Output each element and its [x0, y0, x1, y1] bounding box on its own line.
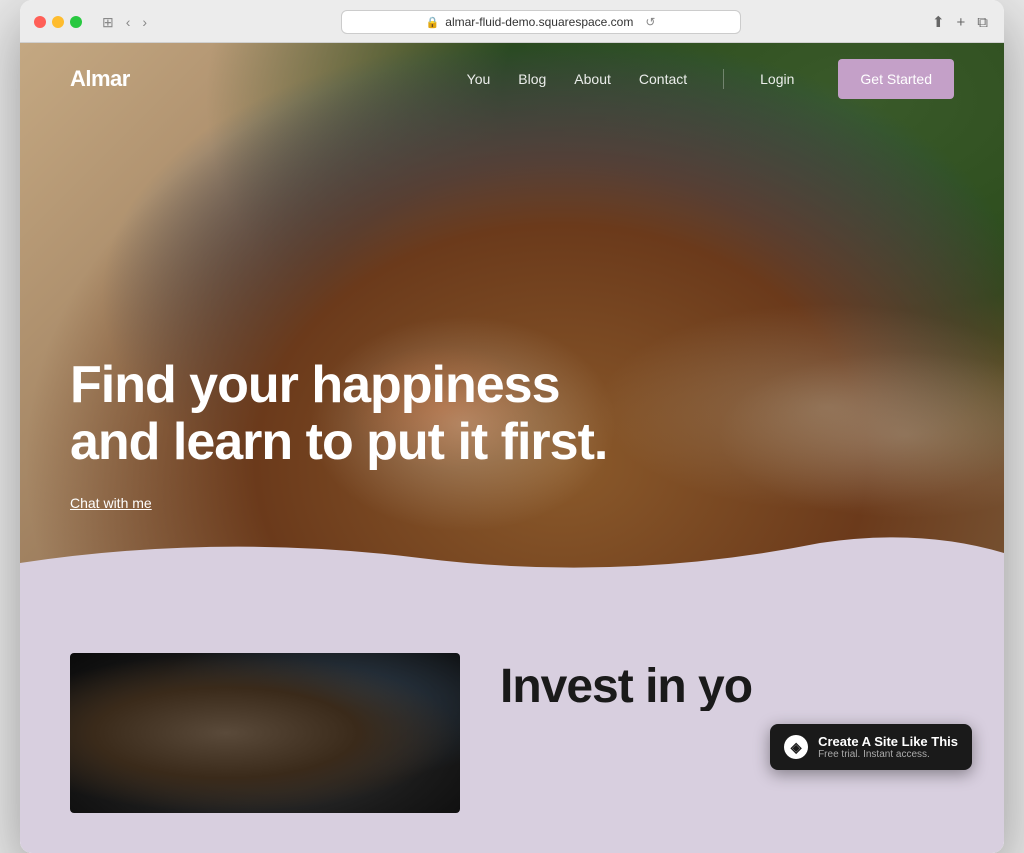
back-button[interactable]: ‹ [122, 13, 135, 31]
nav-divider [723, 69, 724, 89]
nav-you[interactable]: You [467, 71, 491, 87]
hero-headline: Find your happiness and learn to put it … [70, 357, 607, 471]
wave-divider [20, 523, 1004, 603]
forward-button[interactable]: › [138, 13, 151, 31]
site-logo[interactable]: Almar [70, 66, 130, 92]
squarespace-logo: ◈ [784, 735, 808, 759]
nav-login[interactable]: Login [760, 71, 794, 87]
squarespace-badge-title: Create A Site Like This [818, 734, 958, 749]
nav-cta-button[interactable]: Get Started [838, 59, 954, 99]
address-bar[interactable]: 🔒 almar-fluid-demo.squarespace.com ↺ [341, 10, 741, 34]
duplicate-button[interactable]: ⧉ [975, 12, 990, 33]
card-thumbnail [70, 653, 460, 813]
hero-content: Find your happiness and learn to put it … [70, 357, 607, 513]
nav-blog[interactable]: Blog [518, 71, 546, 87]
browser-controls: ⊞ ‹ › [98, 13, 151, 31]
hero-photo [20, 43, 1004, 603]
browser-window: ⊞ ‹ › 🔒 almar-fluid-demo.squarespace.com… [20, 0, 1004, 853]
nav-contact[interactable]: Contact [639, 71, 687, 87]
url-text: almar-fluid-demo.squarespace.com [445, 15, 633, 29]
lock-icon: 🔒 [426, 16, 440, 29]
navigation: Almar You Blog About Contact Login Get S… [20, 43, 1004, 115]
maximize-button[interactable] [70, 16, 82, 28]
hero-headline-line2: and learn to put it first. [70, 413, 607, 471]
traffic-lights [34, 16, 82, 28]
invest-text: Invest in yo [500, 653, 752, 711]
refresh-icon[interactable]: ↺ [645, 15, 655, 29]
squarespace-badge[interactable]: ◈ Create A Site Like This Free trial. In… [770, 724, 972, 770]
hero-headline-line1: Find your happiness [70, 356, 560, 414]
hero-section: Almar You Blog About Contact Login Get S… [20, 43, 1004, 603]
squarespace-badge-subtitle: Free trial. Instant access. [818, 749, 958, 760]
nav-about[interactable]: About [574, 71, 611, 87]
hero-cta-link[interactable]: Chat with me [70, 495, 152, 511]
new-tab-button[interactable]: + [955, 12, 968, 33]
browser-chrome: ⊞ ‹ › 🔒 almar-fluid-demo.squarespace.com… [20, 0, 1004, 43]
tab-grid-button[interactable]: ⊞ [98, 13, 118, 31]
browser-actions: ⬆ + ⧉ [930, 11, 990, 33]
nav-links: You Blog About Contact Login Get Started [467, 59, 954, 99]
squarespace-badge-text: Create A Site Like This Free trial. Inst… [818, 734, 958, 760]
close-button[interactable] [34, 16, 46, 28]
minimize-button[interactable] [52, 16, 64, 28]
share-button[interactable]: ⬆ [930, 11, 947, 33]
